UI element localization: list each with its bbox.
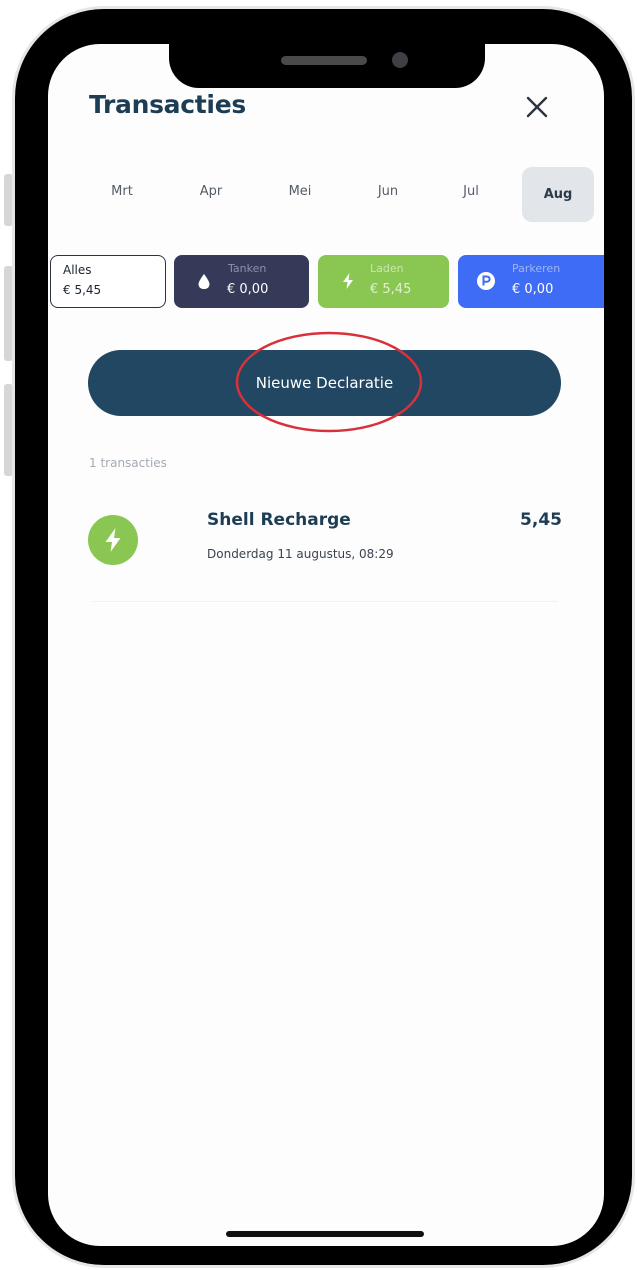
filter-chip-alles[interactable]: Alles € 5,45 [50, 255, 166, 308]
filter-chip-label: Tanken [228, 262, 267, 275]
transaction-count: 1 transacties [89, 456, 167, 470]
bolt-icon [343, 273, 353, 289]
filter-chip-label: Alles [63, 263, 92, 277]
close-icon[interactable] [520, 90, 554, 124]
filter-chip-tanken[interactable]: Tanken € 0,00 [174, 255, 309, 308]
month-tab-aug[interactable]: Aug [522, 167, 594, 222]
filter-chip-laden[interactable]: Laden € 5,45 [318, 255, 449, 308]
month-tab-jul[interactable]: Jul [438, 184, 504, 206]
filter-chip-value: € 5,45 [63, 283, 102, 297]
list-divider [92, 601, 558, 602]
new-declaration-button[interactable]: Nieuwe Declaratie [88, 350, 561, 416]
month-tab-apr[interactable]: Apr [178, 184, 244, 206]
notch [169, 40, 485, 88]
filter-chip-parkeren[interactable]: Parkeren € 0,00 [458, 255, 604, 308]
transaction-amount: 5,45 [520, 510, 562, 530]
front-camera [392, 52, 408, 68]
filter-chip-label: Laden [370, 262, 404, 275]
speaker-grille [281, 56, 367, 65]
month-tab-mrt[interactable]: Mrt [89, 184, 155, 206]
drop-icon [198, 274, 210, 289]
transaction-date: Donderdag 11 augustus, 08:29 [207, 547, 394, 561]
home-indicator[interactable] [226, 1231, 424, 1237]
filter-chip-value: € 5,45 [370, 282, 412, 297]
page-title: Transacties [89, 90, 246, 119]
transaction-icon[interactable] [88, 515, 138, 565]
month-tab-mei[interactable]: Mei [267, 184, 333, 206]
bolt-icon [105, 528, 121, 552]
filter-chip-value: € 0,00 [227, 282, 269, 297]
parking-icon [477, 272, 495, 290]
month-tab-jun[interactable]: Jun [355, 184, 421, 206]
phone-screen [48, 44, 604, 1246]
filter-chip-label: Parkeren [512, 262, 561, 275]
transaction-title[interactable]: Shell Recharge [207, 510, 351, 530]
filter-chip-value: € 0,00 [512, 282, 554, 297]
